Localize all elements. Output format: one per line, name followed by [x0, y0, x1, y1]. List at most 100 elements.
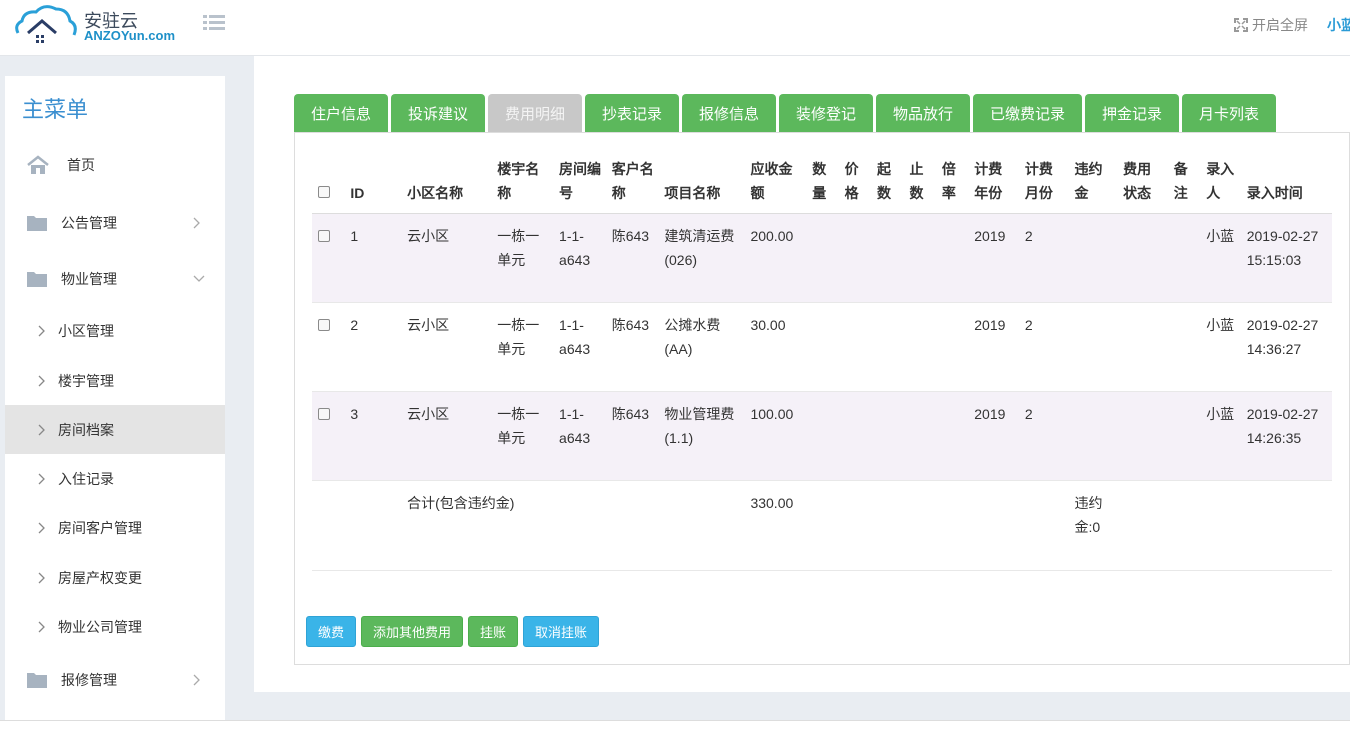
tab-deposit-records[interactable]: 押金记录 — [1085, 94, 1179, 132]
cell-amount: 30.00 — [744, 302, 807, 392]
action-bar: 缴费 添加其他费用 挂账 取消挂账 — [306, 616, 600, 647]
add-fee-button[interactable]: 添加其他费用 — [361, 616, 464, 647]
main-content: 住户信息 投诉建议 费用明细 抄表记录 报修信息 装修登记 物品放行 已缴费记录… — [254, 56, 1350, 692]
chevron-right-icon — [38, 572, 45, 583]
cell-id: 2 — [344, 302, 402, 392]
tab-monthly-card[interactable]: 月卡列表 — [1182, 94, 1276, 132]
col-header: 倍率 — [935, 147, 969, 214]
cell-amount: 200.00 — [744, 213, 807, 303]
sidebar-item-notice[interactable]: 公告管理 — [5, 198, 225, 248]
row-checkbox[interactable] — [318, 319, 330, 331]
col-header: 计费年份 — [968, 147, 1019, 214]
hang-account-button[interactable]: 挂账 — [468, 616, 519, 647]
cell-rate — [935, 213, 969, 303]
cancel-hang-button[interactable]: 取消挂账 — [523, 616, 600, 647]
tab-goods-release[interactable]: 物品放行 — [876, 94, 970, 132]
cell-note — [1167, 302, 1201, 392]
cell-penalty — [1068, 302, 1118, 392]
sidebar-item-home[interactable]: 首页 — [5, 140, 225, 190]
sidebar-subitem-room-archive[interactable]: 房间档案 — [5, 405, 225, 454]
cell-end — [903, 213, 936, 303]
total-penalty: 违约金:0 — [1068, 480, 1118, 571]
cell-month: 2 — [1018, 302, 1069, 392]
sidebar-subitem-label: 物业公司管理 — [58, 618, 142, 635]
folder-icon — [27, 673, 47, 688]
top-header: 安驻云 ANZOYun.com 开启全屏 小蓝 — [0, 0, 1350, 56]
user-name[interactable]: 小蓝 — [1327, 15, 1350, 35]
sidebar-subitem-ownership-change[interactable]: 房屋产权变更 — [5, 553, 225, 602]
tab-paid-records[interactable]: 已缴费记录 — [973, 94, 1082, 132]
fee-table: ID 小区名称 楼宇名称 房间编号 客户名称 项目名称 应收金额 数量 价格 起… — [312, 147, 1332, 571]
sidebar-item-label: 物业管理 — [61, 271, 117, 287]
tab-renovation[interactable]: 装修登记 — [779, 94, 873, 132]
folder-icon — [27, 272, 47, 287]
cell-operator: 小蓝 — [1200, 391, 1241, 481]
cell-item: 公摊水费(AA) — [658, 302, 745, 392]
col-header: 违约金 — [1068, 147, 1118, 214]
col-header: 价格 — [838, 147, 872, 214]
cell-id: 1 — [344, 213, 402, 303]
tab-resident-info[interactable]: 住户信息 — [294, 94, 388, 132]
logo[interactable]: 安驻云 ANZOYun.com — [12, 3, 182, 47]
cell-start — [871, 302, 904, 392]
cell-penalty — [1068, 213, 1118, 303]
sidebar-item-repair[interactable]: 报修管理 — [5, 655, 225, 705]
cell-start — [871, 391, 904, 481]
sidebar-item-label: 首页 — [67, 157, 95, 173]
expand-icon — [1234, 18, 1248, 32]
cell-month: 2 — [1018, 213, 1069, 303]
chevron-right-icon — [38, 424, 45, 435]
tab-complaints[interactable]: 投诉建议 — [391, 94, 485, 132]
col-header: 应收金额 — [744, 147, 807, 214]
cell-penalty — [1068, 391, 1118, 481]
tab-meter-records[interactable]: 抄表记录 — [585, 94, 679, 132]
cell-time: 2019-02-27 14:26:35 — [1240, 391, 1332, 481]
col-header: 楼宇名称 — [491, 147, 554, 214]
col-header: 房间编号 — [553, 147, 606, 214]
cell-room: 1-1-a643 — [553, 391, 606, 481]
cell-customer: 陈643 — [605, 391, 659, 481]
cell-operator: 小蓝 — [1200, 302, 1241, 392]
cell-status — [1117, 302, 1168, 392]
row-checkbox[interactable] — [318, 408, 330, 420]
menu-toggle-button[interactable] — [203, 14, 225, 32]
table-row[interactable]: 1 云小区 一栋一单元 1-1-a643 陈643 建筑清运费(026) 200… — [312, 213, 1332, 303]
cell-building: 一栋一单元 — [491, 213, 554, 303]
pay-button[interactable]: 缴费 — [306, 616, 357, 647]
cell-price — [838, 302, 872, 392]
chevron-right-icon — [38, 473, 45, 484]
total-label: 合计(包含违约金) — [401, 480, 554, 571]
cell-room: 1-1-a643 — [553, 302, 606, 392]
sidebar-subitem-room-customer[interactable]: 房间客户管理 — [5, 503, 225, 552]
table-row[interactable]: 3 云小区 一栋一单元 1-1-a643 陈643 物业管理费(1.1) 100… — [312, 391, 1332, 481]
col-header: 录入时间 — [1240, 147, 1332, 214]
chevron-right-icon — [193, 217, 200, 229]
tab-fee-details[interactable]: 费用明细 — [488, 94, 582, 132]
row-checkbox[interactable] — [318, 230, 330, 242]
sidebar-subitem-building[interactable]: 楼宇管理 — [5, 356, 225, 405]
fee-detail-panel: ID 小区名称 楼宇名称 房间编号 客户名称 项目名称 应收金额 数量 价格 起… — [294, 132, 1350, 665]
sidebar-item-property[interactable]: 物业管理 — [5, 254, 225, 304]
cell-end — [903, 391, 936, 481]
table-row[interactable]: 2 云小区 一栋一单元 1-1-a643 陈643 公摊水费(AA) 30.00… — [312, 302, 1332, 392]
cell-time: 2019-02-27 14:36:27 — [1240, 302, 1332, 392]
cell-note — [1167, 391, 1201, 481]
sidebar-subitem-community[interactable]: 小区管理 — [5, 306, 225, 355]
table-total-row: 合计(包含违约金) 330.00 违约金:0 — [312, 480, 1332, 571]
tab-repair-info[interactable]: 报修信息 — [682, 94, 776, 132]
select-all-checkbox[interactable] — [318, 186, 330, 198]
sidebar-subitem-company[interactable]: 物业公司管理 — [5, 602, 225, 651]
chevron-right-icon — [38, 522, 45, 533]
fullscreen-button[interactable]: 开启全屏 — [1234, 15, 1308, 35]
col-header: 费用状态 — [1117, 147, 1168, 214]
col-header: 数量 — [806, 147, 839, 214]
tab-bar: 住户信息 投诉建议 费用明细 抄表记录 报修信息 装修登记 物品放行 已缴费记录… — [294, 94, 1279, 132]
sidebar-subitem-checkin[interactable]: 入住记录 — [5, 454, 225, 503]
col-header: ID — [344, 147, 402, 214]
cell-customer: 陈643 — [605, 213, 659, 303]
sidebar-item-label: 报修管理 — [61, 672, 117, 688]
col-header: 止数 — [903, 147, 936, 214]
cell-year: 2019 — [968, 213, 1019, 303]
sidebar-subitem-label: 小区管理 — [58, 322, 114, 339]
cell-community: 云小区 — [401, 213, 492, 303]
